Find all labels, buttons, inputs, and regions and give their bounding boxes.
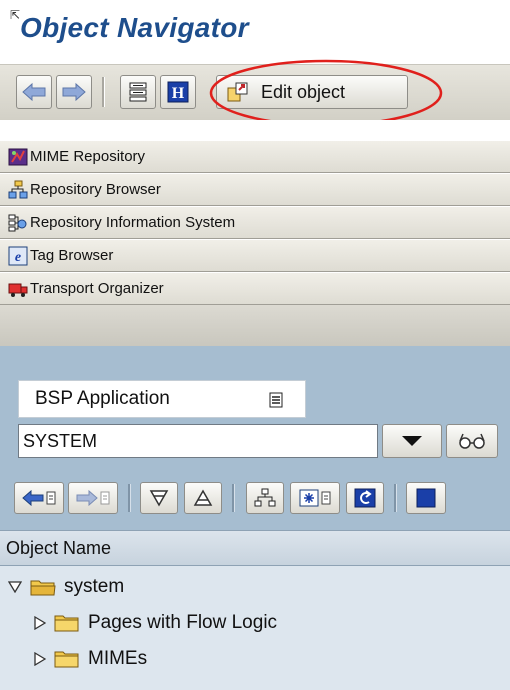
tray-item-label: Tag Browser <box>30 247 114 264</box>
object-tree: system Pages with Flow Logic MIMEs <box>0 566 510 690</box>
toolbar-separator <box>128 484 131 512</box>
tree-toolbar <box>0 472 510 522</box>
toolbar-separator <box>232 484 235 512</box>
tray-item-label: Transport Organizer <box>30 280 164 297</box>
previous-object-button[interactable] <box>14 482 64 514</box>
tray-item-tag-browser[interactable]: e Tag Browser <box>0 239 510 272</box>
star-select-icon <box>299 489 319 507</box>
hierarchy-button[interactable] <box>120 75 156 109</box>
tree-row-pages-with-flow-logic[interactable]: Pages with Flow Logic <box>34 606 277 640</box>
collapse-button[interactable] <box>140 482 178 514</box>
expand-triangle-icon <box>193 489 213 506</box>
object-name-input[interactable]: SYSTEM <box>18 424 378 458</box>
tray-gap <box>0 120 510 142</box>
toolbar-separator <box>102 77 105 107</box>
help-button[interactable]: H <box>160 75 196 109</box>
next-object-button[interactable] <box>68 482 118 514</box>
refresh-button[interactable] <box>346 482 384 514</box>
folder-open-icon <box>30 580 56 596</box>
collapse-triangle-icon <box>149 490 169 507</box>
expand-button[interactable] <box>184 482 222 514</box>
dropdown-button[interactable] <box>382 424 442 458</box>
list-icon <box>321 491 331 505</box>
display-button[interactable] <box>446 424 498 458</box>
more-toolbar-button[interactable] <box>406 482 446 514</box>
window-corner-mark: ⇱ <box>10 8 21 22</box>
object-type-label: BSP Application <box>35 388 170 409</box>
back-arrow-icon <box>22 490 44 506</box>
tree-row-system[interactable]: system <box>8 570 124 604</box>
expanded-triangle-icon[interactable] <box>8 581 22 593</box>
back-arrow-icon <box>22 82 46 102</box>
refresh-icon <box>354 488 376 508</box>
tag-browser-icon: e <box>8 246 28 266</box>
collapsed-triangle-icon[interactable] <box>34 616 46 630</box>
hierarchy-icon <box>254 488 276 507</box>
object-type-selector[interactable]: BSP Application <box>18 380 306 418</box>
mime-repository-icon <box>8 147 28 167</box>
hierarchy-view-button[interactable] <box>246 482 284 514</box>
tray-item-repository-info-system[interactable]: Repository Information System <box>0 206 510 239</box>
repository-info-system-icon <box>8 213 28 233</box>
svg-text:H: H <box>172 85 185 102</box>
forward-arrow-icon <box>62 82 86 102</box>
more-icon <box>416 488 436 508</box>
highlight-ellipse <box>209 59 443 127</box>
folder-icon <box>54 615 79 632</box>
glasses-icon <box>459 433 485 449</box>
tree-row-label: system <box>64 576 125 597</box>
tray-item-label: Repository Browser <box>30 181 161 198</box>
tray-item-transport-organizer[interactable]: Transport Organizer <box>0 272 510 305</box>
hierarchy-icon <box>129 82 147 102</box>
page-title: Object Navigator <box>20 12 249 43</box>
transport-organizer-icon <box>8 279 28 299</box>
tray-item-label: Repository Information System <box>30 214 236 231</box>
forward-button[interactable] <box>56 75 92 109</box>
repository-browser-icon <box>8 180 28 200</box>
tree-row-label: Pages with Flow Logic <box>88 612 278 633</box>
select-object-button[interactable] <box>290 482 340 514</box>
tray-item-label: MIME Repository <box>30 148 146 165</box>
list-icon <box>100 491 110 505</box>
back-button[interactable] <box>16 75 52 109</box>
list-icon <box>46 491 56 505</box>
folder-icon <box>54 651 79 668</box>
tree-row-mimes[interactable]: MIMEs <box>34 642 147 676</box>
tray-item-repository-browser[interactable]: Repository Browser <box>0 173 510 206</box>
triangle-down-icon <box>402 436 422 446</box>
help-h-icon: H <box>167 81 189 103</box>
svg-text:e: e <box>15 250 21 265</box>
tray-item-mime-repository[interactable]: MIME Repository <box>0 140 510 173</box>
tray-footer <box>0 305 510 346</box>
forward-arrow-icon <box>76 490 98 506</box>
toolbar-separator <box>394 484 397 512</box>
list-icon <box>269 392 283 408</box>
tree-row-label: MIMEs <box>88 648 148 669</box>
collapsed-triangle-icon[interactable] <box>34 652 46 666</box>
tree-column-header[interactable]: Object Name <box>0 530 510 566</box>
